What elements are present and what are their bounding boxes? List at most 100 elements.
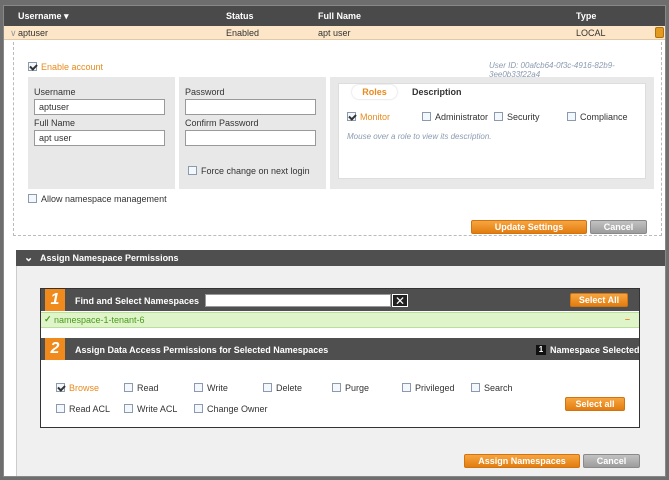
username-input[interactable] bbox=[34, 99, 165, 115]
checkbox-icon bbox=[188, 166, 197, 176]
roles-hint: Mouse over a role to view its descriptio… bbox=[347, 132, 492, 141]
checkbox-icon bbox=[28, 194, 37, 204]
allow-namespace-label: Allow namespace management bbox=[41, 193, 167, 204]
user-edit-window: Username ▾ Status Full Name Type ∨ aptus… bbox=[3, 5, 666, 477]
checkbox-icon bbox=[567, 112, 576, 122]
checkbox-icon bbox=[194, 404, 203, 414]
perm-change-owner-checkbox[interactable]: Change Owner bbox=[194, 403, 268, 414]
perm-write-acl-checkbox[interactable]: Write ACL bbox=[124, 403, 177, 414]
role-security-label: Security bbox=[507, 111, 540, 122]
perm-privileged-checkbox[interactable]: Privileged bbox=[402, 382, 455, 393]
force-change-label: Force change on next login bbox=[201, 165, 310, 176]
table-row[interactable]: ∨ aptuser Enabled apt user LOCAL bbox=[4, 26, 665, 40]
checkbox-icon bbox=[56, 404, 65, 414]
confirm-password-input[interactable] bbox=[185, 130, 316, 146]
clear-search-icon[interactable]: ✕ bbox=[392, 294, 408, 307]
col-username-label: Username bbox=[18, 11, 62, 21]
users-table-header: Username ▾ Status Full Name Type bbox=[4, 6, 665, 26]
role-security-checkbox[interactable]: Security bbox=[494, 111, 540, 122]
select-all-namespaces-button[interactable]: Select All bbox=[570, 293, 628, 307]
username-label: Username bbox=[34, 87, 76, 97]
step1-number: 1 bbox=[45, 289, 65, 311]
role-monitor-label: Monitor bbox=[360, 111, 391, 122]
password-panel: Password Confirm Password Force change o… bbox=[179, 77, 326, 189]
role-monitor-checkbox[interactable]: Monitor bbox=[347, 111, 390, 122]
row-status: Enabled bbox=[226, 28, 260, 38]
check-icon: ✓ bbox=[44, 314, 52, 324]
checkbox-icon bbox=[332, 383, 341, 393]
tab-description[interactable]: Description bbox=[412, 87, 462, 97]
perm-read-label: Read bbox=[137, 382, 159, 393]
update-settings-button[interactable]: Update Settings bbox=[471, 220, 587, 234]
perm-search-checkbox[interactable]: Search bbox=[471, 382, 513, 393]
role-compliance-checkbox[interactable]: Compliance bbox=[567, 111, 628, 122]
perm-read-checkbox[interactable]: Read bbox=[124, 382, 159, 393]
perm-search-label: Search bbox=[484, 382, 513, 393]
sort-down-icon: ▾ bbox=[64, 11, 69, 21]
row-fullname: apt user bbox=[318, 28, 351, 38]
list-item[interactable]: ✓ namespace-1-tenant-6 – bbox=[41, 312, 639, 328]
checkbox-icon bbox=[471, 383, 480, 393]
perm-write-checkbox[interactable]: Write bbox=[194, 382, 228, 393]
identity-panel: Username Full Name bbox=[28, 77, 175, 189]
checkbox-icon bbox=[494, 112, 503, 122]
assign-section-title: Assign Namespace Permissions bbox=[40, 253, 179, 263]
cancel-button[interactable]: Cancel bbox=[590, 220, 647, 234]
row-username: aptuser bbox=[18, 28, 49, 38]
enable-account-checkbox[interactable]: Enable account bbox=[28, 61, 103, 72]
assign-namespaces-button[interactable]: Assign Namespaces bbox=[464, 454, 580, 468]
checkbox-checked-icon bbox=[347, 112, 356, 122]
cancel-assign-button[interactable]: Cancel bbox=[583, 454, 640, 468]
perm-write-label: Write bbox=[207, 382, 228, 393]
checkbox-icon bbox=[263, 383, 272, 393]
col-fullname[interactable]: Full Name bbox=[318, 11, 361, 21]
selected-label: Namespace Selected bbox=[550, 345, 640, 355]
perm-delete-label: Delete bbox=[276, 382, 303, 393]
tab-roles[interactable]: Roles bbox=[352, 85, 397, 99]
perm-read-acl-label: Read ACL bbox=[69, 403, 111, 414]
col-type[interactable]: Type bbox=[576, 11, 596, 21]
enable-account-label: Enable account bbox=[41, 61, 104, 72]
checkbox-icon bbox=[124, 404, 133, 414]
step2-number: 2 bbox=[45, 338, 65, 360]
checkbox-icon bbox=[194, 383, 203, 393]
lock-icon bbox=[655, 27, 664, 38]
checkbox-checked-icon bbox=[28, 62, 37, 72]
role-compliance-label: Compliance bbox=[580, 111, 628, 122]
namespace-name: namespace-1-tenant-6 bbox=[54, 315, 145, 325]
perm-read-acl-checkbox[interactable]: Read ACL bbox=[56, 403, 110, 414]
step1-title: Find and Select Namespaces bbox=[75, 296, 200, 306]
namespace-search-input[interactable] bbox=[205, 294, 391, 307]
role-administrator-checkbox[interactable]: Administrator bbox=[422, 111, 488, 122]
expand-chevron-icon[interactable]: ∨ bbox=[10, 28, 17, 39]
checkbox-icon bbox=[422, 112, 431, 122]
row-type: LOCAL bbox=[576, 28, 606, 38]
remove-namespace-icon[interactable]: – bbox=[625, 314, 630, 324]
perm-privileged-label: Privileged bbox=[415, 382, 455, 393]
perm-browse-label: Browse bbox=[69, 382, 100, 393]
perm-write-acl-label: Write ACL bbox=[137, 403, 178, 414]
force-change-checkbox[interactable]: Force change on next login bbox=[188, 165, 310, 176]
perm-delete-checkbox[interactable]: Delete bbox=[263, 382, 302, 393]
col-username[interactable]: Username ▾ bbox=[18, 11, 69, 22]
password-label: Password bbox=[185, 87, 225, 97]
fullname-label: Full Name bbox=[34, 118, 76, 128]
selected-count: 1 bbox=[536, 345, 546, 355]
role-administrator-label: Administrator bbox=[435, 111, 489, 122]
allow-namespace-checkbox[interactable]: Allow namespace management bbox=[28, 193, 167, 204]
password-input[interactable] bbox=[185, 99, 316, 115]
col-status[interactable]: Status bbox=[226, 11, 254, 21]
step2-title: Assign Data Access Permissions for Selec… bbox=[75, 345, 329, 355]
perm-browse-checkbox[interactable]: Browse bbox=[56, 382, 99, 393]
chevron-down-icon: ⌄ bbox=[24, 252, 34, 264]
roles-panel: Roles Description Monitor Administrator … bbox=[330, 77, 654, 189]
assign-section-header[interactable]: ⌄ Assign Namespace Permissions bbox=[16, 250, 665, 266]
checkbox-icon bbox=[124, 383, 133, 393]
fullname-input[interactable] bbox=[34, 130, 165, 146]
perm-change-owner-label: Change Owner bbox=[207, 403, 268, 414]
confirm-password-label: Confirm Password bbox=[185, 118, 259, 128]
checkbox-icon bbox=[402, 383, 411, 393]
perm-purge-label: Purge bbox=[345, 382, 370, 393]
select-all-permissions-button[interactable]: Select all bbox=[565, 397, 625, 411]
perm-purge-checkbox[interactable]: Purge bbox=[332, 382, 369, 393]
